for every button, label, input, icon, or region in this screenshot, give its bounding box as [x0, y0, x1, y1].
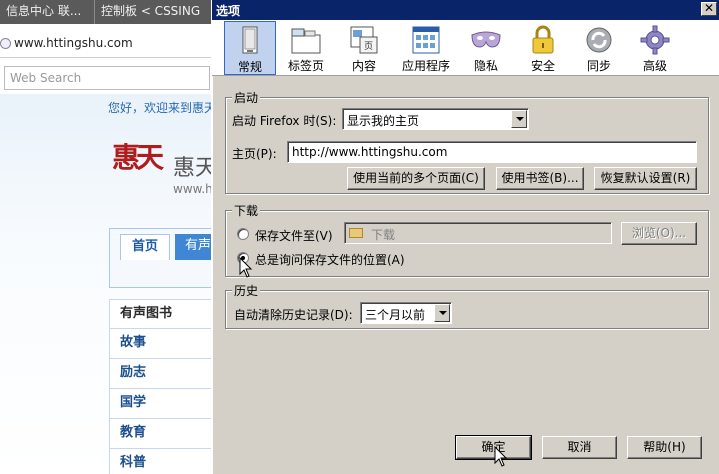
tab-sync[interactable]: 同步: [573, 21, 625, 75]
category-list: 有声图书 故事 励志 国学 教育 科普: [109, 299, 213, 474]
history-clear-select[interactable]: 三个月以前: [360, 302, 452, 324]
startup-when-value: 显示我的主页: [347, 114, 420, 128]
save-to-label: 保存文件至(V): [255, 229, 333, 243]
tab-security-label: 安全: [530, 59, 555, 73]
address-bar[interactable]: www.httingshu.com: [0, 28, 212, 58]
category-item[interactable]: 国学: [109, 389, 213, 419]
tab-general[interactable]: 常规: [224, 21, 276, 75]
address-bar-url: www.httingshu.com: [14, 36, 133, 50]
folder-icon: [349, 228, 363, 238]
save-folder-value: 下载: [371, 228, 396, 242]
help-button[interactable]: 帮助(H): [627, 436, 702, 459]
tab-advanced[interactable]: 高级: [629, 21, 681, 75]
nav-home-tab[interactable]: 首页: [120, 234, 170, 260]
web-search-placeholder: Web Search: [10, 71, 82, 85]
save-folder-field[interactable]: 下载: [344, 222, 612, 244]
homepage-label: 主页(P):: [232, 147, 277, 161]
category-item[interactable]: 科普: [109, 449, 213, 474]
cancel-button[interactable]: 取消: [542, 436, 617, 459]
tab-tabs-label: 标签页: [287, 59, 324, 73]
applications-icon: [412, 26, 440, 54]
use-current-pages-button[interactable]: 使用当前的多个页面(C): [347, 167, 485, 190]
security-lock-icon: [532, 25, 554, 54]
always-ask-label: 总是询问保存文件的位置(A): [255, 253, 405, 267]
dialog-title-bar[interactable]: 选项 ✕: [212, 0, 719, 20]
startup-when-label: 启动 Firefox 时(S):: [232, 114, 337, 128]
startup-legend: 启动: [232, 89, 261, 106]
tab-advanced-label: 高级: [642, 59, 667, 73]
welcome-text: 您好，欢迎来到惠天: [108, 101, 217, 115]
tabs-icon: [291, 28, 321, 54]
tab-tabs[interactable]: 标签页: [280, 21, 332, 75]
history-clear-label: 自动清除历史记录(D):: [234, 308, 353, 322]
general-icon: [242, 26, 258, 54]
tab-privacy-label: 隐私: [473, 59, 498, 73]
browser-tab[interactable]: 控制板 < CSSING: [95, 0, 215, 24]
chevron-down-icon[interactable]: [511, 110, 527, 128]
dialog-title: 选项: [216, 4, 241, 18]
category-item[interactable]: 励志: [109, 359, 213, 389]
site-logo-seal: 惠天: [112, 141, 164, 174]
category-item[interactable]: 有声图书: [109, 299, 213, 329]
mouse-pointer-icon: [239, 257, 253, 278]
site-logo-url: www.h: [173, 182, 213, 196]
history-clear-value: 三个月以前: [365, 308, 426, 322]
startup-when-select[interactable]: 显示我的主页: [342, 108, 529, 130]
save-to-radio[interactable]: [237, 228, 249, 240]
use-bookmark-button[interactable]: 使用书签(B)...: [496, 167, 584, 190]
nav-audio-tab[interactable]: 有声: [175, 234, 215, 260]
tab-content-label: 内容: [351, 59, 376, 73]
content-icon: 页: [350, 26, 378, 54]
options-dialog: 选项 ✕ 常规 标签页 页 内容 应用程序 隐私 安全 同步 高级 启动 启动 …: [211, 0, 719, 474]
category-item[interactable]: 故事: [109, 329, 213, 359]
options-toolbar: 常规 标签页 页 内容 应用程序 隐私 安全 同步 高级: [212, 20, 719, 76]
close-button[interactable]: ✕: [701, 2, 717, 16]
tab-general-label: 常规: [237, 60, 262, 74]
tab-applications[interactable]: 应用程序: [398, 21, 454, 75]
tab-sync-label: 同步: [586, 59, 611, 73]
tab-applications-label: 应用程序: [401, 59, 450, 73]
tab-security[interactable]: 安全: [517, 21, 569, 75]
category-item[interactable]: 教育: [109, 419, 213, 449]
sync-icon: [586, 27, 612, 53]
tab-content[interactable]: 页 内容: [338, 21, 390, 75]
downloads-legend: 下载: [232, 202, 261, 219]
svg-text:页: 页: [364, 41, 373, 52]
advanced-gear-icon: [640, 25, 670, 55]
browser-tab[interactable]: 信息中心 联...: [0, 0, 95, 24]
history-legend: 历史: [232, 282, 261, 299]
browse-button[interactable]: 浏览(O)...: [621, 222, 697, 245]
homepage-input[interactable]: http://www.httingshu.com: [287, 141, 697, 163]
restore-default-button[interactable]: 恢复默认设置(R): [594, 167, 697, 190]
web-search-box[interactable]: Web Search: [4, 66, 210, 90]
privacy-mask-icon: [471, 31, 501, 48]
globe-icon: [0, 38, 11, 49]
tab-privacy[interactable]: 隐私: [460, 21, 512, 75]
chevron-down-icon[interactable]: [434, 304, 450, 322]
mouse-pointer-icon: [494, 446, 508, 467]
